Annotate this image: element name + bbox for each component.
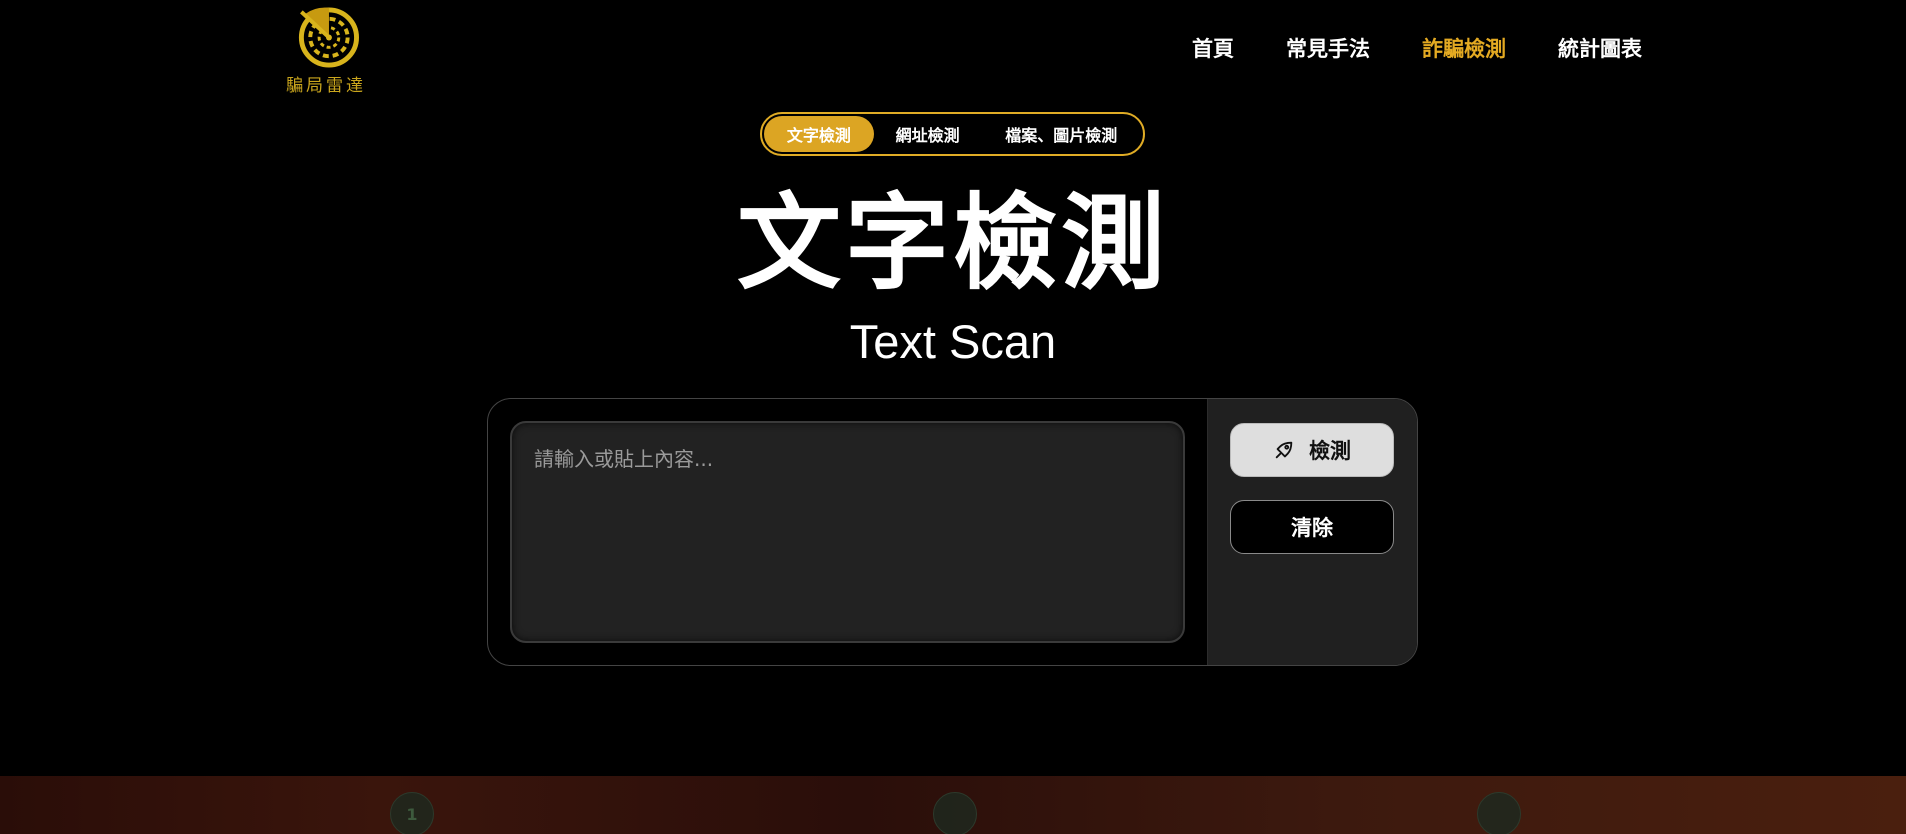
tab-url-scan[interactable]: 網址檢測	[874, 116, 982, 152]
nav-item-fraud-check[interactable]: 詐騙檢測	[1422, 36, 1506, 62]
rocket-icon	[1275, 441, 1293, 459]
content-input[interactable]	[510, 421, 1185, 643]
main-nav: 首頁 常見手法 詐騙檢測 統計圖表	[1140, 36, 1642, 62]
next-section-preview: 1	[0, 776, 1906, 834]
action-sidebar: 檢測 清除	[1207, 399, 1417, 665]
step-badge	[1477, 792, 1521, 834]
step-badge: 1	[390, 792, 434, 834]
scan-button[interactable]: 檢測	[1230, 423, 1394, 477]
page-subtitle: Text Scan	[849, 315, 1057, 368]
tab-file-image-scan[interactable]: 檔案、圖片檢測	[981, 116, 1141, 152]
scan-button-label: 檢測	[1309, 439, 1351, 463]
nav-item-home[interactable]: 首頁	[1192, 36, 1234, 62]
site-logo[interactable]: 騙局雷達	[278, 4, 374, 96]
nav-item-common-tactics[interactable]: 常見手法	[1286, 36, 1370, 62]
scan-type-tabs: 文字檢測 網址檢測 檔案、圖片檢測	[760, 112, 1145, 156]
radar-icon	[298, 7, 359, 68]
tab-text-scan[interactable]: 文字檢測	[764, 116, 874, 152]
clear-button[interactable]: 清除	[1230, 500, 1394, 554]
page-title: 文字檢測	[736, 182, 1169, 304]
logo-text: 騙局雷達	[286, 76, 366, 96]
scan-panel: 檢測 清除	[487, 398, 1418, 666]
nav-item-statistics[interactable]: 統計圖表	[1558, 36, 1642, 62]
step-badge	[933, 792, 977, 834]
page: 騙局雷達 首頁 常見手法 詐騙檢測 統計圖表 文字檢測 網址檢測 檔案、圖片檢測…	[0, 0, 1906, 834]
